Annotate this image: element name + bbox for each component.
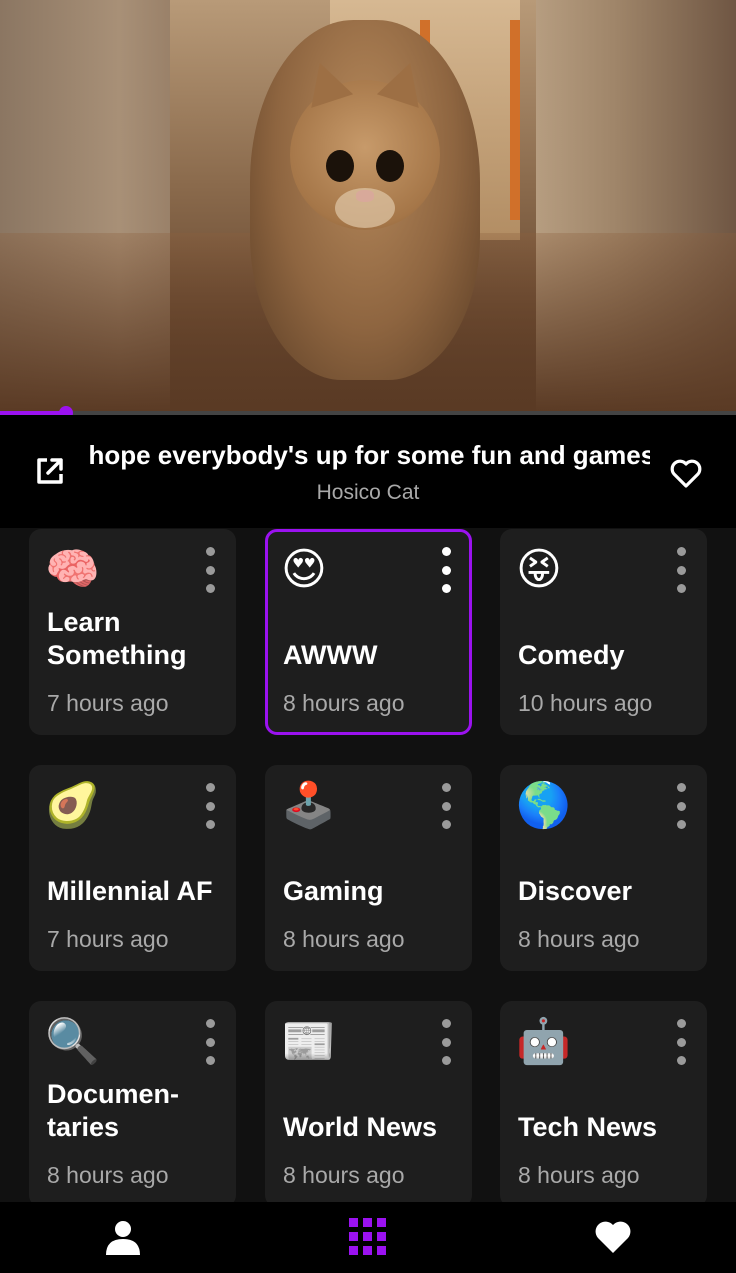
kebab-dot-icon xyxy=(676,565,686,575)
robot-icon: 🤖 xyxy=(516,1017,571,1066)
kebab-dot-icon xyxy=(441,565,451,575)
more-options-button[interactable] xyxy=(669,547,693,593)
video-title-marquee: I hope everybody's up for some fun and g… xyxy=(84,437,650,473)
joystick-icon: 🕹️ xyxy=(281,781,336,830)
avocado-icon: 🥑 xyxy=(45,781,100,830)
category-name: Learn Something xyxy=(47,607,187,670)
category-updated-time: 7 hours ago xyxy=(47,690,169,716)
globe-icon: 🌎 xyxy=(516,781,571,830)
category-name: Gaming xyxy=(283,876,384,906)
kebab-dot-icon xyxy=(205,801,215,811)
more-options-button[interactable] xyxy=(198,1019,222,1065)
kebab-dot-icon xyxy=(205,547,215,556)
kebab-dot-icon xyxy=(676,783,686,792)
magnifier-icon: 🔍 xyxy=(45,1017,100,1066)
category-card[interactable]: 🤖 Tech News 8 hours ago xyxy=(500,1001,707,1202)
grid-icon xyxy=(349,1218,386,1255)
more-options-button[interactable] xyxy=(198,547,222,593)
brain-icon: 🧠 xyxy=(45,545,100,594)
nav-grid-button[interactable] xyxy=(343,1214,393,1260)
category-name: Documen-taries xyxy=(47,1079,180,1142)
bottom-navigation xyxy=(0,1202,736,1273)
category-name: Comedy xyxy=(518,640,625,670)
category-name: Discover xyxy=(518,876,633,906)
kebab-dot-icon xyxy=(441,801,451,811)
newspaper-icon: 📰 xyxy=(281,1017,336,1066)
nav-favorites-button[interactable] xyxy=(588,1214,638,1260)
category-name: AWWW xyxy=(283,640,378,670)
kebab-dot-icon xyxy=(676,1019,686,1028)
kebab-dot-icon xyxy=(676,1037,686,1047)
kebab-dot-icon xyxy=(441,1037,451,1047)
kebab-dot-icon xyxy=(676,1056,686,1065)
category-updated-time: 8 hours ago xyxy=(283,926,405,952)
category-card[interactable]: 🌎 Discover 8 hours ago xyxy=(500,765,707,971)
kebab-dot-icon xyxy=(205,565,215,575)
kebab-dot-icon xyxy=(205,783,215,792)
kebab-dot-icon xyxy=(441,1056,451,1065)
kebab-dot-icon xyxy=(205,1037,215,1047)
video-player[interactable] xyxy=(0,0,736,413)
kebab-dot-icon xyxy=(676,547,686,556)
category-card[interactable]: 🕹️ Gaming 8 hours ago xyxy=(265,765,472,971)
more-options-button[interactable] xyxy=(434,547,458,593)
category-card[interactable]: 😝 Comedy 10 hours ago xyxy=(500,529,707,735)
tongue-face-icon: 😝 xyxy=(516,545,562,594)
category-name: Millennial AF xyxy=(47,876,213,906)
category-updated-time: 8 hours ago xyxy=(283,690,405,716)
category-card[interactable]: 📰 World News 8 hours ago xyxy=(265,1001,472,1202)
category-card[interactable]: 🧠 Learn Something 7 hours ago xyxy=(29,529,236,735)
kebab-dot-icon xyxy=(205,820,215,829)
kebab-dot-icon xyxy=(676,820,686,829)
nav-profile-button[interactable] xyxy=(98,1214,148,1260)
kebab-dot-icon xyxy=(205,584,215,593)
more-options-button[interactable] xyxy=(669,783,693,829)
kebab-dot-icon xyxy=(441,584,451,593)
now-playing-bar: I hope everybody's up for some fun and g… xyxy=(0,415,736,528)
video-title: I hope everybody's up for some fun and g… xyxy=(84,440,650,470)
category-updated-time: 8 hours ago xyxy=(518,1162,640,1188)
kebab-dot-icon xyxy=(205,1019,215,1028)
category-card[interactable]: 😍 AWWW 8 hours ago xyxy=(265,529,472,735)
heart-icon xyxy=(595,1221,631,1253)
kebab-dot-icon xyxy=(676,801,686,811)
category-card[interactable]: 🔍 Documen-taries 8 hours ago xyxy=(29,1001,236,1202)
channel-name[interactable]: Hosico Cat xyxy=(0,481,736,505)
category-name: World News xyxy=(283,1112,438,1142)
category-updated-time: 10 hours ago xyxy=(518,690,653,716)
more-options-button[interactable] xyxy=(434,1019,458,1065)
category-updated-time: 8 hours ago xyxy=(283,1162,405,1188)
category-name: Tech News xyxy=(518,1112,658,1142)
profile-icon xyxy=(106,1221,140,1255)
kebab-dot-icon xyxy=(676,584,686,593)
category-updated-time: 8 hours ago xyxy=(518,926,640,952)
more-options-button[interactable] xyxy=(669,1019,693,1065)
heart-outline-icon xyxy=(670,459,702,488)
kebab-dot-icon xyxy=(441,1019,451,1028)
category-updated-time: 8 hours ago xyxy=(47,1162,169,1188)
kebab-dot-icon xyxy=(441,783,451,792)
video-frame-cat xyxy=(250,20,480,380)
more-options-button[interactable] xyxy=(198,783,222,829)
category-grid: 🧠 Learn Something 7 hours ago 😍 AWWW 8 hours … xyxy=(0,528,736,1202)
category-card[interactable]: 🥑 Millennial AF 7 hours ago xyxy=(29,765,236,971)
kebab-dot-icon xyxy=(441,547,451,556)
more-options-button[interactable] xyxy=(434,783,458,829)
category-updated-time: 7 hours ago xyxy=(47,926,169,952)
kebab-dot-icon xyxy=(441,820,451,829)
kebab-dot-icon xyxy=(205,1056,215,1065)
favorite-button[interactable] xyxy=(666,453,706,493)
heart-eyes-icon: 😍 xyxy=(281,545,327,594)
